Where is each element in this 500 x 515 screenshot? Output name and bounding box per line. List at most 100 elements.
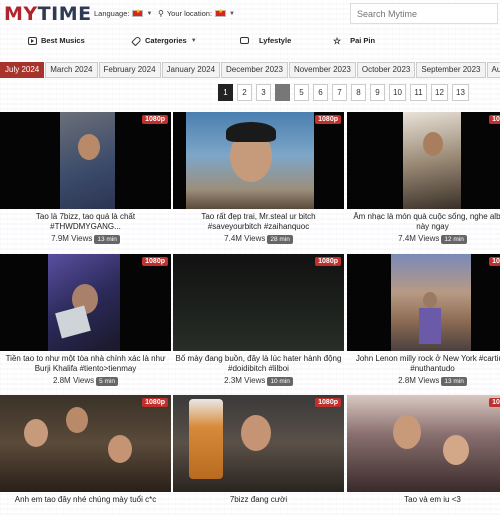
- thumbnail-image: [173, 254, 344, 351]
- page-button[interactable]: 2: [237, 84, 252, 101]
- main-nav: Best Musics Catergories ▼ Lyfestyle ☆ Pa…: [0, 33, 500, 51]
- site-logo[interactable]: MYTIME: [4, 3, 92, 25]
- video-title[interactable]: Âm nhạc là món quà cuộc sống, nghe album…: [347, 212, 500, 232]
- location-pin-icon: ⚲: [158, 9, 164, 18]
- page-button[interactable]: 1: [218, 84, 233, 101]
- jacket-image: [419, 308, 441, 344]
- video-card[interactable]: 1080p Tiền tao to như một tòa nhà chính …: [0, 254, 171, 386]
- chevron-down-icon: ▼: [146, 11, 152, 17]
- month-tab[interactable]: December 2023: [221, 62, 288, 78]
- video-card[interactable]: 1080p Tao rất đẹp trai, Mr.steal ur bitc…: [173, 112, 344, 244]
- video-thumbnail[interactable]: 1080p: [173, 112, 344, 209]
- view-count: 7.9M Views: [51, 234, 92, 243]
- thumbnail-image: [60, 112, 115, 209]
- person-image: [66, 407, 88, 433]
- video-title[interactable]: Tiền tao to như một tòa nhà chính xác là…: [0, 354, 171, 374]
- video-meta: 2.3M Views10 min: [173, 376, 344, 386]
- person-image: [443, 435, 469, 465]
- month-tab[interactable]: October 2023: [357, 62, 415, 78]
- person-image: [241, 415, 271, 451]
- video-thumbnail[interactable]: 1080p: [347, 112, 500, 209]
- thumbnail-image: [173, 395, 344, 492]
- person-image: [24, 419, 48, 447]
- person-image: [393, 415, 421, 449]
- video-meta: 2.8M Views5 min: [0, 376, 171, 386]
- duration-badge: 5 min: [96, 377, 118, 386]
- page-button[interactable]: 11: [410, 84, 427, 101]
- video-thumbnail[interactable]: 1080p: [0, 254, 171, 351]
- page-button[interactable]: 13: [452, 84, 469, 101]
- nav-categories[interactable]: Catergories ▼: [132, 36, 197, 45]
- page-button[interactable]: 8: [351, 84, 366, 101]
- nav-best-musics[interactable]: Best Musics: [28, 36, 85, 45]
- month-tab[interactable]: January 2024: [162, 62, 220, 78]
- page-button[interactable]: 3: [256, 84, 271, 101]
- thumbnail-image: [347, 395, 500, 492]
- video-title[interactable]: Anh em tao đây nhé chúng mày tuổi c*c: [0, 495, 171, 515]
- video-thumbnail[interactable]: 1080p: [347, 395, 500, 492]
- video-card[interactable]: 1080p John Lenon milly rock ở New York #…: [347, 254, 500, 386]
- video-thumbnail[interactable]: 1080p: [0, 112, 171, 209]
- month-tab[interactable]: July 2024: [0, 62, 44, 78]
- month-tab[interactable]: September 2023: [416, 62, 485, 78]
- person-image: [78, 134, 100, 160]
- nav-pai-pin[interactable]: ☆ Pai Pin: [333, 36, 375, 45]
- page-button[interactable]: 7: [332, 84, 347, 101]
- video-thumbnail[interactable]: 1080p: [347, 254, 500, 351]
- nav-label: Lyfestyle: [259, 36, 291, 45]
- video-title[interactable]: Bố mày đang buồn, đây là lúc hater hành …: [173, 354, 344, 374]
- quality-badge: 1080p: [315, 398, 341, 407]
- duration-badge: 12 min: [441, 235, 467, 244]
- video-meta: 7.4M Views12 min: [347, 234, 500, 244]
- vietnam-flag-icon: [215, 10, 226, 17]
- quality-badge: 1080p: [489, 398, 500, 407]
- video-meta: 2.8M Views13 min: [347, 376, 500, 386]
- video-thumbnail[interactable]: 1080p: [0, 395, 171, 492]
- video-title[interactable]: John Lenon milly rock ở New York #cartiu…: [347, 354, 500, 374]
- thumbnail-image: [391, 254, 471, 351]
- month-tab[interactable]: March 2024: [45, 62, 97, 78]
- quality-badge: 1080p: [315, 115, 341, 124]
- month-tab[interactable]: August 2023: [487, 62, 500, 78]
- page-button[interactable]: 9: [370, 84, 385, 101]
- location-label: Your location:: [167, 9, 212, 18]
- video-card[interactable]: 1080p Âm nhạc là món quà cuộc sống, nghe…: [347, 112, 500, 244]
- person-image: [423, 132, 443, 156]
- pagination: 1 2 3 4 5 6 7 8 9 10 11 12 13: [218, 84, 469, 102]
- video-thumbnail[interactable]: 1080p: [173, 395, 344, 492]
- quality-badge: 1080p: [489, 115, 500, 124]
- view-count: 2.8M Views: [53, 376, 94, 385]
- language-label: Language:: [94, 9, 129, 18]
- chevron-down-icon: ▼: [191, 38, 197, 44]
- view-count: 7.4M Views: [224, 234, 265, 243]
- video-card[interactable]: 1080p Tao và em iu <3: [347, 395, 500, 515]
- video-card[interactable]: 1080p 7bizz đang cười: [173, 395, 344, 515]
- logo-suffix: TIME: [38, 3, 92, 25]
- nav-label: Best Musics: [41, 36, 85, 45]
- video-card[interactable]: 1080p Tao là 7bizz, tao quá là chất #THW…: [0, 112, 171, 244]
- language-selector[interactable]: Language: ▼: [94, 9, 152, 18]
- location-selector[interactable]: ⚲ Your location: ▼: [158, 9, 235, 18]
- page-button[interactable]: 12: [431, 84, 448, 101]
- page-button[interactable]: 6: [313, 84, 328, 101]
- video-card[interactable]: 1080p Anh em tao đây nhé chúng mày tuổi …: [0, 395, 171, 515]
- video-title[interactable]: Tao rất đẹp trai, Mr.steal ur bitch #sav…: [173, 212, 344, 232]
- search-input[interactable]: [350, 3, 498, 24]
- video-thumbnail[interactable]: 1080p: [173, 254, 344, 351]
- thumbnail-image: [403, 112, 461, 209]
- month-tab[interactable]: November 2023: [289, 62, 356, 78]
- duration-badge: 13 min: [441, 377, 467, 386]
- page-button[interactable]: 4: [275, 84, 290, 101]
- video-title[interactable]: Tao và em iu <3: [347, 495, 500, 515]
- video-title[interactable]: 7bizz đang cười: [173, 495, 344, 515]
- star-icon: ☆: [333, 37, 341, 45]
- quality-badge: 1080p: [315, 257, 341, 266]
- page-button[interactable]: 10: [389, 84, 406, 101]
- video-title[interactable]: Tao là 7bizz, tao quá là chất #THWDMYGAN…: [0, 212, 171, 232]
- person-image: [423, 292, 437, 308]
- nav-lyfestyle[interactable]: Lyfestyle: [240, 36, 291, 45]
- thumbnail-image: [48, 254, 120, 351]
- video-card[interactable]: 1080p Bố mày đang buồn, đây là lúc hater…: [173, 254, 344, 386]
- month-tab[interactable]: February 2024: [99, 62, 161, 78]
- page-button[interactable]: 5: [294, 84, 309, 101]
